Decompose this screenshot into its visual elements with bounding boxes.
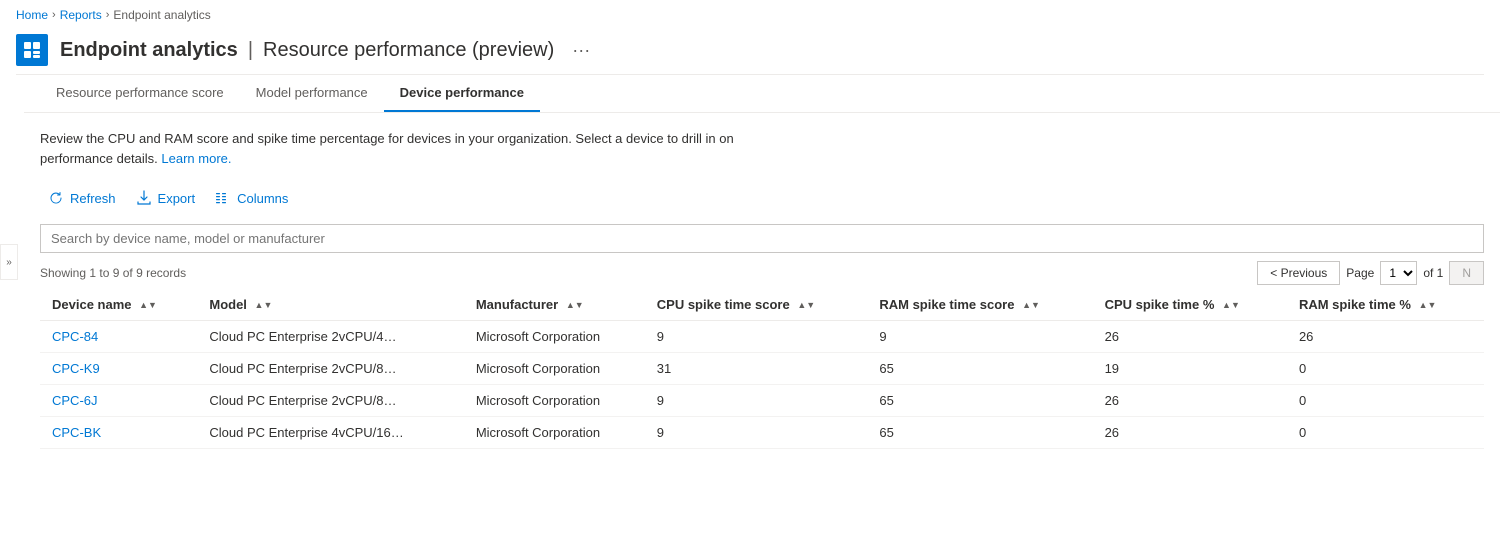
page-select[interactable]: 1 [1380,261,1417,285]
next-button[interactable]: N [1449,261,1484,285]
tab-resource-performance-score[interactable]: Resource performance score [40,75,240,112]
export-icon [136,190,152,206]
pagination: < Previous Page 1 of 1 N [1257,261,1484,285]
col-header-ram-spike-pct[interactable]: RAM spike time % ▲▼ [1287,289,1484,321]
cell-device-name: CPC-6J [40,385,197,417]
description-text: Review the CPU and RAM score and spike t… [40,129,740,168]
cell-model: Cloud PC Enterprise 2vCPU/8… [197,353,463,385]
sort-icon-cpu-spike-score: ▲▼ [797,301,815,310]
tab-device-performance[interactable]: Device performance [384,75,540,112]
refresh-icon [48,190,64,206]
more-options-button[interactable]: ··· [566,38,596,63]
cell-ram-spike-score: 65 [867,385,1092,417]
table-row: CPC-BK Cloud PC Enterprise 4vCPU/16… Mic… [40,417,1484,449]
sort-icon-device-name: ▲▼ [139,301,157,310]
col-header-model[interactable]: Model ▲▼ [197,289,463,321]
page-title-group: Endpoint analytics | Resource performanc… [60,39,554,62]
table-row: CPC-84 Cloud PC Enterprise 2vCPU/4… Micr… [40,321,1484,353]
breadcrumb-sep-2: › [106,9,110,21]
tab-content: Review the CPU and RAM score and spike t… [24,113,1500,449]
cell-device-name: CPC-84 [40,321,197,353]
col-header-cpu-spike-pct[interactable]: CPU spike time % ▲▼ [1093,289,1287,321]
page-label: Page [1346,266,1374,280]
cell-cpu-spike-score: 9 [645,321,868,353]
columns-icon [215,190,231,206]
learn-more-link[interactable]: Learn more. [161,151,231,166]
cell-model: Cloud PC Enterprise 2vCPU/4… [197,321,463,353]
page-subtitle: Resource performance (preview) [263,39,554,62]
columns-button[interactable]: Columns [207,184,296,212]
previous-button[interactable]: < Previous [1257,261,1340,285]
sort-icon-cpu-spike-pct: ▲▼ [1222,301,1240,310]
cell-manufacturer: Microsoft Corporation [464,417,645,449]
table-meta: Showing 1 to 9 of 9 records < Previous P… [40,261,1484,285]
breadcrumb-home[interactable]: Home [16,8,48,22]
toolbar: Refresh Export Column [40,184,1484,212]
cell-manufacturer: Microsoft Corporation [464,353,645,385]
cell-ram-spike-pct: 0 [1287,353,1484,385]
table-body: CPC-84 Cloud PC Enterprise 2vCPU/4… Micr… [40,321,1484,449]
cell-model: Cloud PC Enterprise 2vCPU/8… [197,385,463,417]
of-label: of 1 [1423,266,1443,280]
breadcrumb-reports[interactable]: Reports [60,8,102,22]
showing-records: Showing 1 to 9 of 9 records [40,266,186,280]
cell-device-name: CPC-K9 [40,353,197,385]
cell-cpu-spike-pct: 26 [1093,321,1287,353]
col-header-cpu-spike-score[interactable]: CPU spike time score ▲▼ [645,289,868,321]
breadcrumb: Home › Reports › Endpoint analytics [0,0,1500,30]
device-link[interactable]: CPC-BK [52,425,101,440]
cell-ram-spike-pct: 26 [1287,321,1484,353]
breadcrumb-current: Endpoint analytics [113,8,210,22]
cell-ram-spike-score: 65 [867,417,1092,449]
data-table: Device name ▲▼ Model ▲▼ Manufacturer ▲▼ … [40,289,1484,449]
col-header-manufacturer[interactable]: Manufacturer ▲▼ [464,289,645,321]
cell-manufacturer: Microsoft Corporation [464,385,645,417]
breadcrumb-sep-1: › [52,9,56,21]
device-link[interactable]: CPC-K9 [52,361,100,376]
table-row: CPC-6J Cloud PC Enterprise 2vCPU/8… Micr… [40,385,1484,417]
content-area: » Resource performance score Model perfo… [0,75,1500,449]
refresh-button[interactable]: Refresh [40,184,124,212]
cell-ram-spike-pct: 0 [1287,385,1484,417]
collapse-button[interactable]: » [0,244,18,280]
sort-icon-ram-spike-pct: ▲▼ [1419,301,1437,310]
cell-cpu-spike-pct: 19 [1093,353,1287,385]
cell-ram-spike-score: 9 [867,321,1092,353]
export-button[interactable]: Export [128,184,204,212]
page-header: Endpoint analytics | Resource performanc… [0,30,1500,74]
cell-model: Cloud PC Enterprise 4vCPU/16… [197,417,463,449]
sort-icon-manufacturer: ▲▼ [566,301,584,310]
cell-ram-spike-pct: 0 [1287,417,1484,449]
cell-ram-spike-score: 65 [867,353,1092,385]
table-header: Device name ▲▼ Model ▲▼ Manufacturer ▲▼ … [40,289,1484,321]
col-header-device-name[interactable]: Device name ▲▼ [40,289,197,321]
device-link[interactable]: CPC-84 [52,329,98,344]
page-title-sep: | [248,39,253,62]
search-input[interactable] [40,224,1484,253]
device-link[interactable]: CPC-6J [52,393,98,408]
cell-cpu-spike-pct: 26 [1093,417,1287,449]
sort-icon-ram-spike-score: ▲▼ [1022,301,1040,310]
cell-cpu-spike-score: 9 [645,385,868,417]
cell-device-name: CPC-BK [40,417,197,449]
tabs-bar: Resource performance score Model perform… [24,75,1500,113]
tab-model-performance[interactable]: Model performance [240,75,384,112]
col-header-ram-spike-score[interactable]: RAM spike time score ▲▼ [867,289,1092,321]
table-row: CPC-K9 Cloud PC Enterprise 2vCPU/8… Micr… [40,353,1484,385]
cell-cpu-spike-pct: 26 [1093,385,1287,417]
page-icon [16,34,48,66]
page-title: Endpoint analytics [60,39,238,62]
cell-cpu-spike-score: 9 [645,417,868,449]
sort-icon-model: ▲▼ [255,301,273,310]
cell-manufacturer: Microsoft Corporation [464,321,645,353]
cell-cpu-spike-score: 31 [645,353,868,385]
